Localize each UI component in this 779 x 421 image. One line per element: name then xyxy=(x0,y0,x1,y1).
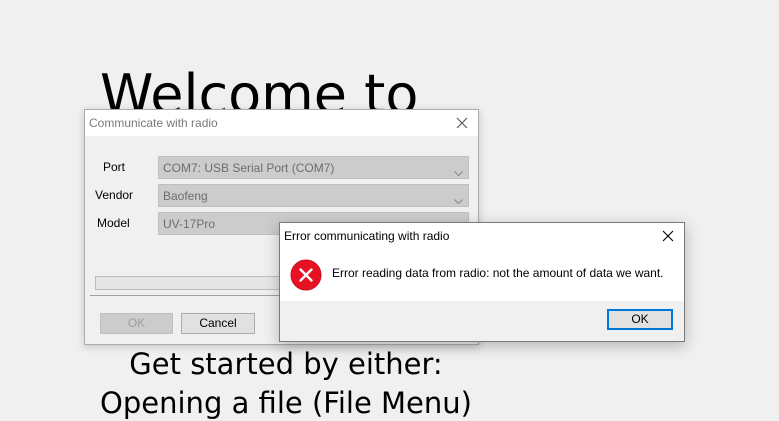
transfer-progress-bar xyxy=(95,276,295,290)
vendor-label: Vendor xyxy=(95,188,134,202)
ok-button[interactable]: OK xyxy=(100,313,173,334)
close-icon[interactable] xyxy=(454,115,470,131)
chevron-down-icon xyxy=(454,164,463,177)
port-label: Port xyxy=(103,160,126,174)
chevron-down-icon xyxy=(454,192,463,205)
port-select[interactable]: COM7: USB Serial Port (COM7) xyxy=(158,156,469,179)
error-message: Error reading data from radio: not the a… xyxy=(332,266,664,280)
cancel-button[interactable]: Cancel xyxy=(181,313,255,334)
model-value: UV-17Pro xyxy=(163,217,216,231)
error-dialog: Error communicating with radio Error rea… xyxy=(279,222,685,342)
port-value: COM7: USB Serial Port (COM7) xyxy=(163,161,335,175)
error-dialog-title: Error communicating with radio xyxy=(284,229,450,243)
error-ok-button[interactable]: OK xyxy=(607,309,673,330)
error-message-area: Error reading data from radio: not the a… xyxy=(280,249,684,301)
close-icon[interactable] xyxy=(660,228,676,244)
communicate-dialog-title: Communicate with radio xyxy=(89,116,218,130)
vendor-select[interactable]: Baofeng xyxy=(158,184,469,207)
open-file-hint: Opening a file (File Menu) xyxy=(100,386,472,420)
communicate-dialog-titlebar[interactable]: Communicate with radio xyxy=(85,110,478,136)
vendor-value: Baofeng xyxy=(163,189,208,203)
app-window: Welcome to Get started by either: Openin… xyxy=(0,0,779,421)
error-icon xyxy=(290,259,322,291)
model-label: Model xyxy=(97,216,130,230)
error-dialog-titlebar[interactable]: Error communicating with radio xyxy=(280,223,684,249)
get-started-text: Get started by either: xyxy=(129,347,443,381)
